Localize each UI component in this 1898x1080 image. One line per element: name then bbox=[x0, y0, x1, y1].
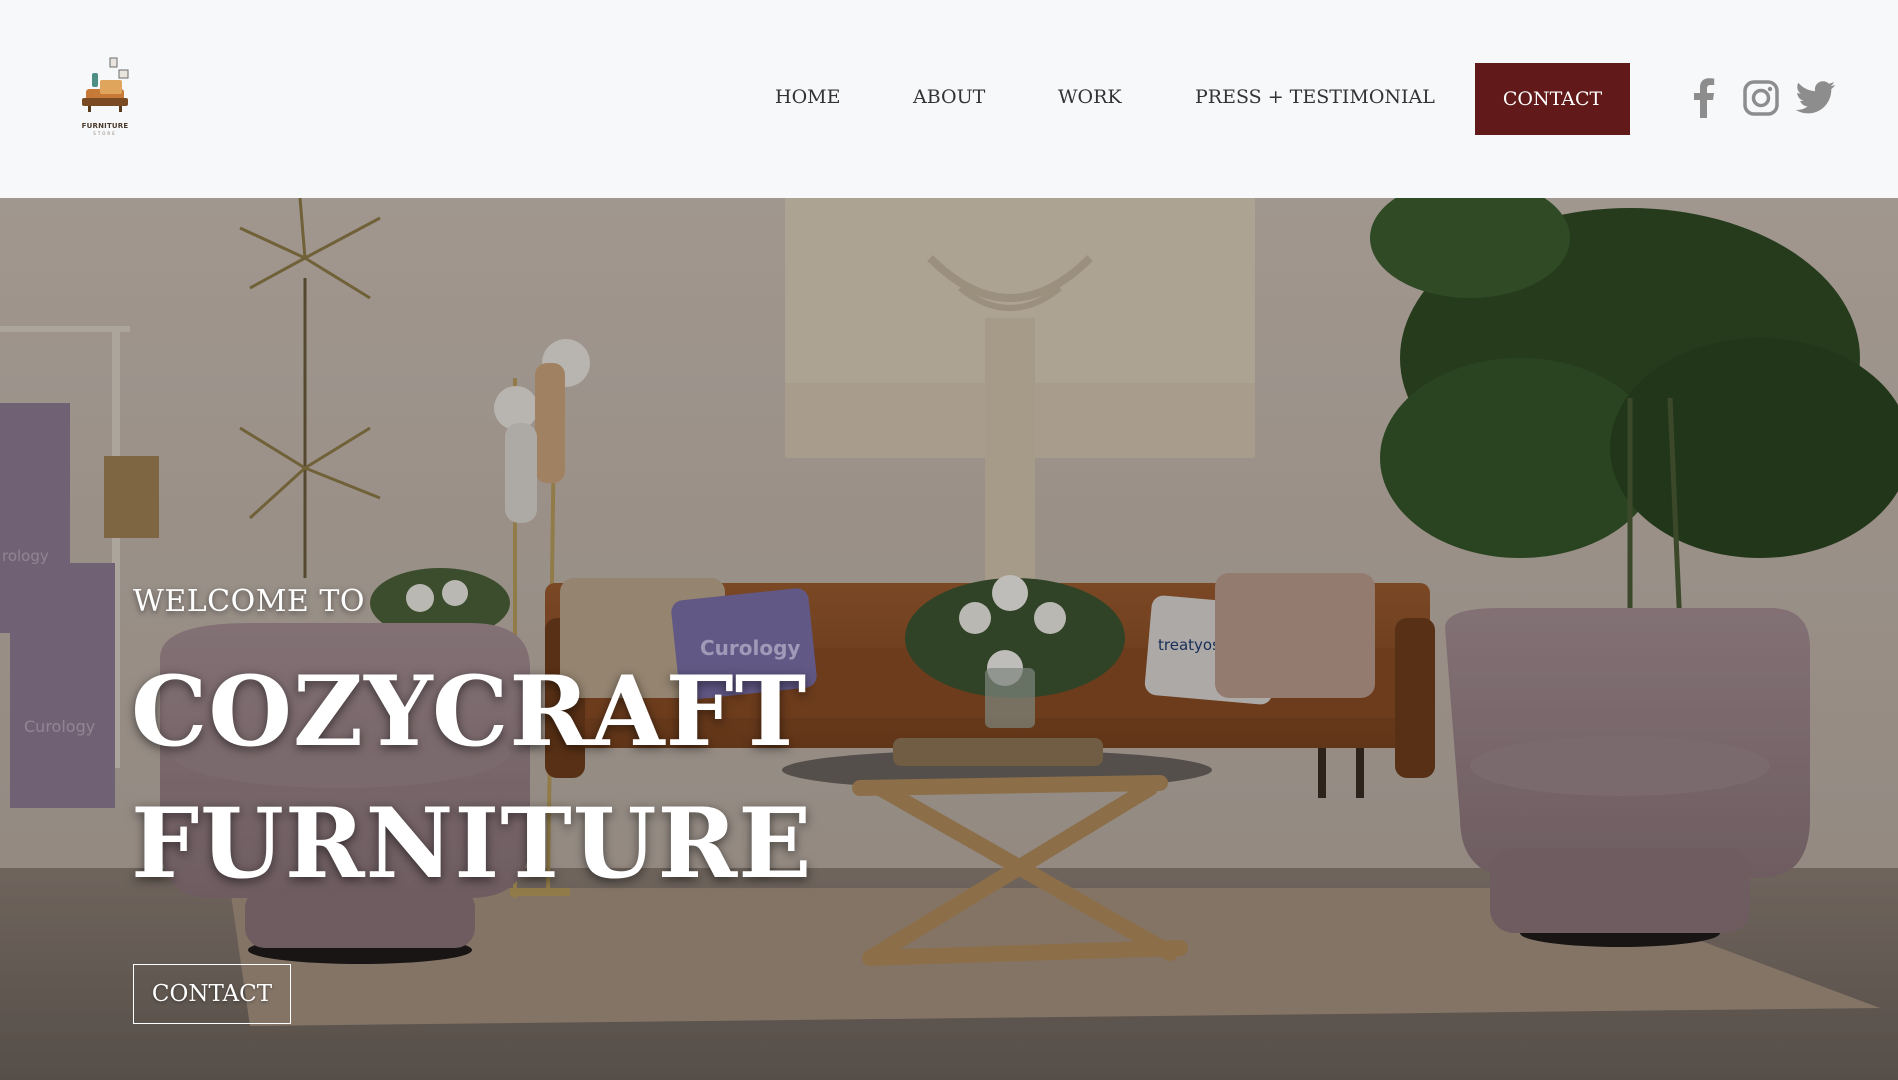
hero-title: COZYCRAFT FURNITURE bbox=[131, 646, 812, 910]
logo[interactable]: FURNITURE STORE bbox=[76, 56, 134, 136]
hero-section: rology Curology Curology treatyoskin WEL… bbox=[0, 198, 1898, 1080]
hero-title-line-1: COZYCRAFT bbox=[131, 655, 808, 768]
twitter-icon bbox=[1796, 81, 1836, 114]
nav-home[interactable]: HOME bbox=[775, 86, 840, 108]
facebook-link[interactable] bbox=[1683, 78, 1723, 118]
instagram-link[interactable] bbox=[1741, 78, 1781, 118]
furniture-logo-icon bbox=[82, 57, 129, 112]
nav-press-testimonial[interactable]: PRESS + TESTIMONIAL bbox=[1195, 86, 1435, 108]
nav-about[interactable]: ABOUT bbox=[913, 86, 985, 108]
living-room-photo: rology Curology Curology treatyoskin bbox=[0, 198, 1898, 1080]
instagram-icon bbox=[1743, 80, 1779, 116]
nav-work[interactable]: WORK bbox=[1058, 86, 1122, 108]
hero-welcome-text: WELCOME TO bbox=[133, 584, 365, 619]
nav-contact-button[interactable]: CONTACT bbox=[1475, 63, 1630, 135]
logo-subtext: STORE bbox=[93, 131, 117, 136]
site-header: FURNITURE STORE HOME ABOUT WORK PRESS + … bbox=[0, 0, 1898, 198]
hero-title-line-2: FURNITURE bbox=[131, 787, 813, 900]
hero-contact-button[interactable]: CONTACT bbox=[133, 964, 291, 1024]
facebook-icon bbox=[1694, 78, 1715, 118]
hero-overlay bbox=[0, 198, 1898, 1080]
logo-text: FURNITURE bbox=[81, 122, 129, 130]
twitter-link[interactable] bbox=[1796, 78, 1836, 118]
